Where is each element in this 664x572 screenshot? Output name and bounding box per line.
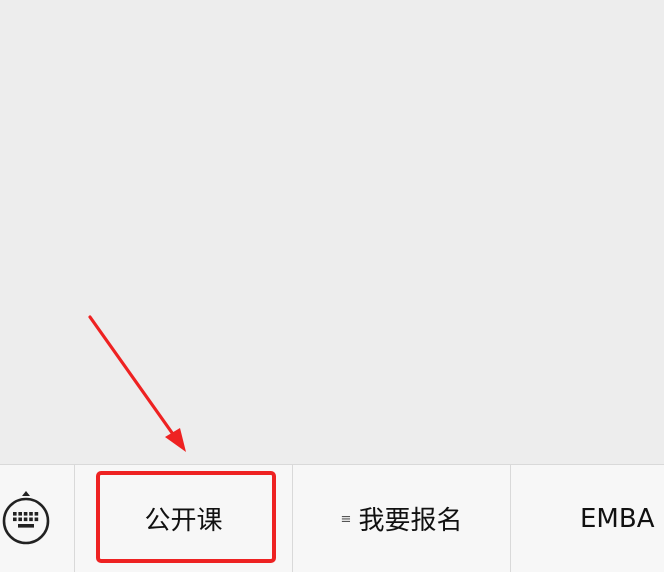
- menu-item-label: 公开课: [144, 506, 223, 536]
- menu-item-emba[interactable]: EMBA: [511, 465, 664, 572]
- menu-item-label: EMBA: [580, 503, 655, 534]
- menu-lines-icon: ≡: [340, 512, 352, 527]
- keyboard-icon: [2, 491, 50, 545]
- bottom-menu-bar: 公开课 ≡ 我要报名 EMBA: [0, 464, 664, 572]
- menu-item-open-course[interactable]: 公开课: [75, 465, 293, 572]
- menu-item-signup[interactable]: ≡ 我要报名: [293, 465, 511, 572]
- chat-content-area: [0, 0, 664, 464]
- menu-item-label: 我要报名: [358, 506, 463, 536]
- keyboard-toggle-button[interactable]: [0, 465, 75, 572]
